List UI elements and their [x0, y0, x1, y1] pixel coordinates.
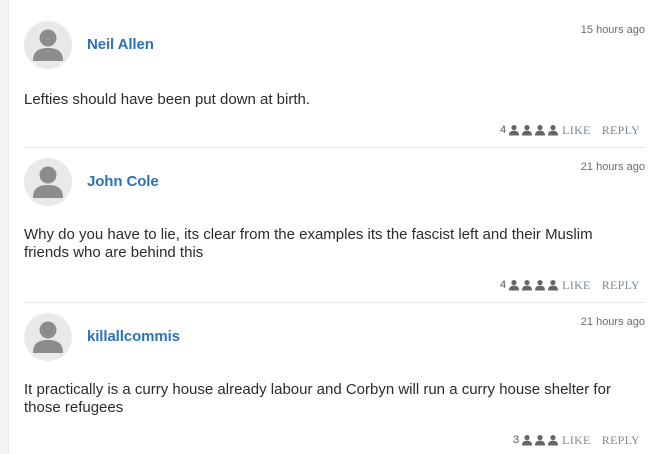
comment-actions: 4 LIKE REPLY [500, 278, 640, 292]
reply-button[interactable]: REPLY [602, 433, 640, 448]
user-silhouette-icon [521, 279, 533, 291]
comment-timestamp: 15 hours ago [580, 24, 645, 36]
user-silhouette-icon [508, 124, 520, 136]
user-silhouette-icon [508, 279, 520, 291]
reply-button[interactable]: REPLY [602, 278, 640, 293]
avatar-icon[interactable] [24, 313, 72, 361]
avatar-icon[interactable] [24, 158, 72, 206]
like-button[interactable]: LIKE [562, 278, 591, 293]
comment-author[interactable]: Neil Allen [87, 36, 154, 53]
comment-author[interactable]: John Cole [87, 173, 159, 190]
avatar-icon[interactable] [24, 21, 72, 69]
left-border [0, 0, 9, 454]
user-silhouette-icon [547, 279, 559, 291]
user-silhouette-icon [534, 434, 546, 446]
comment: Neil Allen 15 hours ago Lefties should h… [24, 21, 645, 141]
like-button[interactable]: LIKE [562, 123, 591, 138]
comment: killallcommis 21 hours ago It practicall… [24, 313, 645, 451]
user-silhouette-icon [521, 124, 533, 136]
user-silhouette-icon [521, 434, 533, 446]
reply-button[interactable]: REPLY [602, 123, 640, 138]
comment-text: It practically is a curry house already … [24, 381, 611, 416]
comment-author[interactable]: killallcommis [87, 328, 180, 345]
comment: John Cole 21 hours ago Why do you have t… [24, 158, 645, 296]
user-silhouette-icon [547, 124, 559, 136]
like-button[interactable]: LIKE [562, 433, 591, 448]
comment-timestamp: 21 hours ago [580, 316, 645, 328]
user-silhouette-icon [547, 434, 559, 446]
comment-divider [24, 302, 645, 303]
user-silhouette-icon [534, 124, 546, 136]
comment-actions: 3 LIKE REPLY [513, 433, 640, 447]
like-count: 3 [513, 434, 520, 446]
user-silhouette-icon [534, 279, 546, 291]
comment-text: Why do you have to lie, its clear from t… [24, 226, 593, 261]
like-count: 4 [500, 279, 507, 291]
comment-text: Lefties should have been put down at bir… [24, 91, 311, 108]
comment-divider [24, 147, 645, 148]
like-count: 4 [500, 124, 507, 136]
comment-timestamp: 21 hours ago [580, 161, 645, 173]
comment-actions: 4 LIKE REPLY [500, 123, 640, 137]
